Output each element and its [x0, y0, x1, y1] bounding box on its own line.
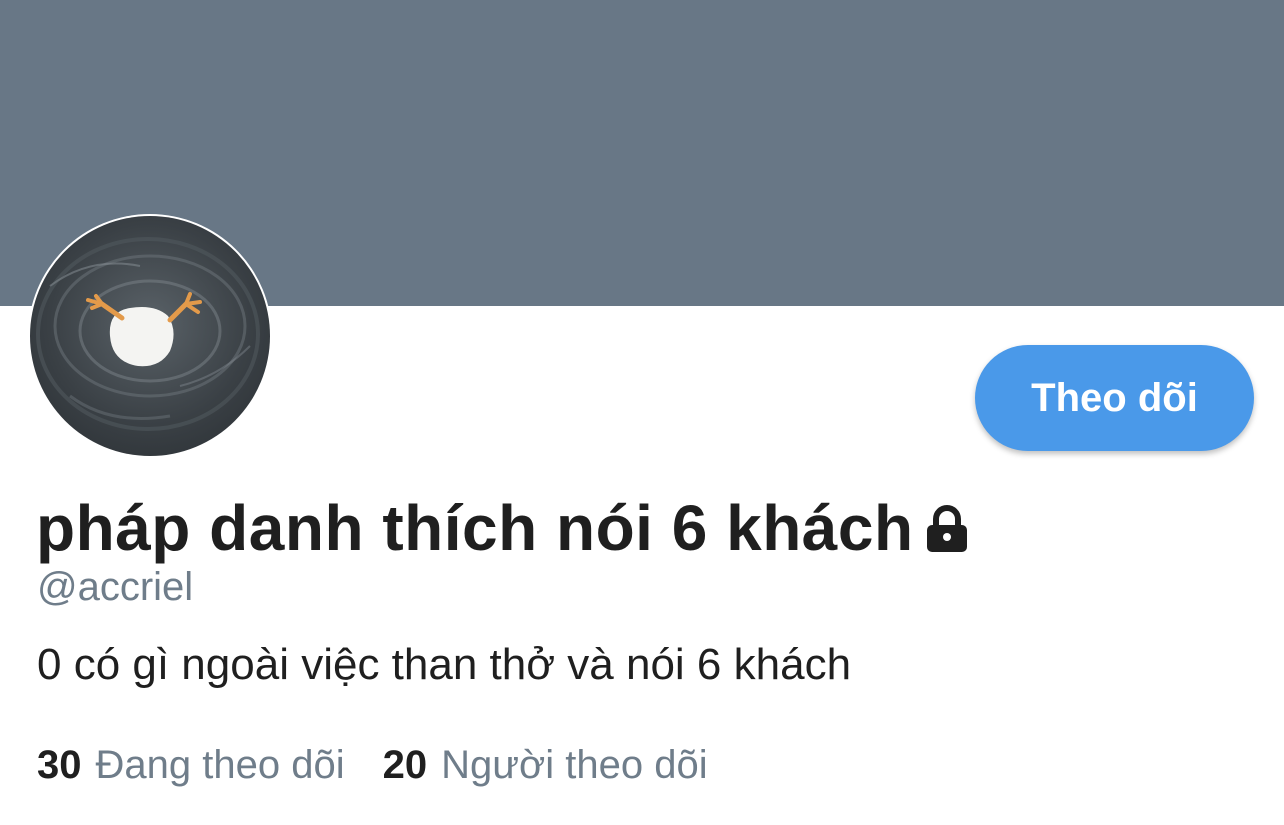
- following-link[interactable]: 30 Đang theo dõi: [37, 743, 345, 788]
- profile-handle: @accriel: [37, 565, 194, 609]
- followers-link[interactable]: 20 Người theo dõi: [383, 743, 708, 788]
- following-count: 30: [37, 743, 82, 787]
- profile-stats: 30 Đang theo dõi 20 Người theo dõi: [37, 743, 746, 788]
- display-name-row: pháp danh thích nói 6 khách: [36, 488, 970, 568]
- following-label: Đang theo dõi: [95, 743, 345, 787]
- avatar[interactable]: [30, 216, 270, 456]
- profile-bio: 0 có gì ngoài việc than thở và nói 6 khá…: [37, 640, 852, 689]
- followers-count: 20: [382, 743, 428, 787]
- lock-icon: [924, 504, 970, 559]
- display-name: pháp danh thích nói 6 khách: [36, 492, 914, 564]
- profile-page: Theo dõi pháp danh thích nói 6 khách @ac…: [0, 0, 1284, 825]
- follow-button[interactable]: Theo dõi: [975, 345, 1254, 451]
- avatar-image: [30, 216, 270, 456]
- followers-label: Người theo dõi: [441, 743, 708, 787]
